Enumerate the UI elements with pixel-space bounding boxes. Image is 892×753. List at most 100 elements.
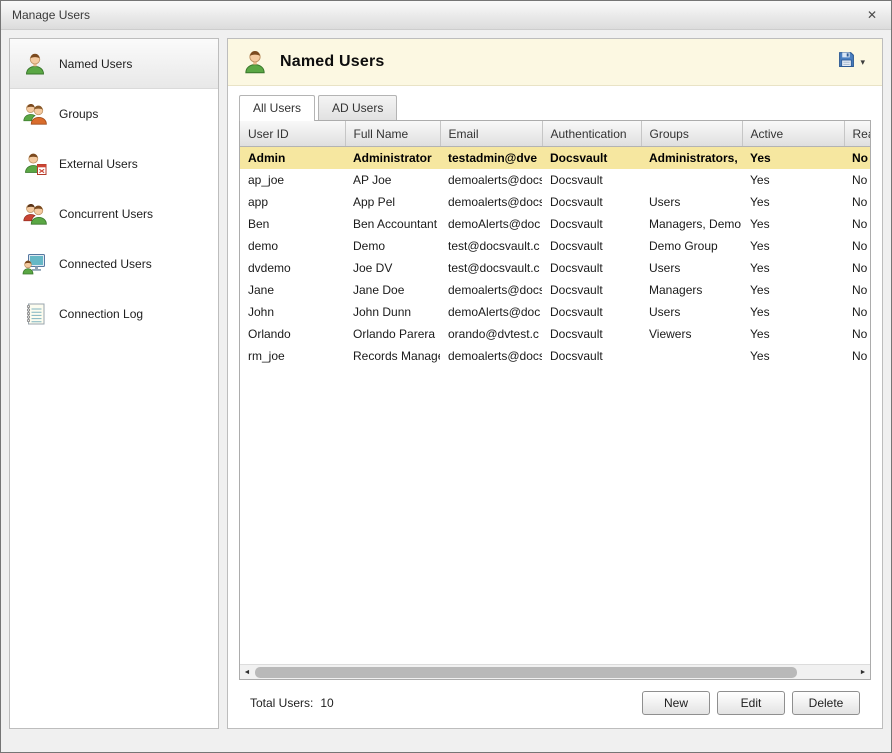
column-header-email[interactable]: Email — [440, 121, 542, 147]
table-cell: Docsvault — [542, 301, 641, 323]
save-button[interactable]: ▾ — [834, 48, 869, 76]
scroll-left-icon[interactable]: ◄ — [240, 665, 254, 680]
column-header-read-only[interactable]: Read Only — [844, 121, 870, 147]
delete-button[interactable]: Delete — [792, 691, 860, 715]
table-cell: Yes — [742, 323, 844, 345]
table-row[interactable]: BenBen AccountantdemoAlerts@docDocsvault… — [240, 213, 870, 235]
table-cell: Administrators, — [641, 147, 742, 169]
main-header: Named Users ▾ — [228, 39, 882, 86]
sidebar-item-label: Connection Log — [59, 307, 143, 321]
table-cell: Docsvault — [542, 191, 641, 213]
chevron-down-icon[interactable]: ▾ — [860, 57, 865, 68]
table-cell: Yes — [742, 301, 844, 323]
table-cell: demoalerts@docs — [440, 345, 542, 367]
horizontal-scrollbar[interactable]: ◄ ► — [240, 664, 870, 679]
table-row[interactable]: OrlandoOrlando Pareraorando@dvtest.cDocs… — [240, 323, 870, 345]
table-cell — [641, 345, 742, 367]
table-cell: Docsvault — [542, 213, 641, 235]
save-icon — [838, 51, 855, 73]
table-cell: Yes — [742, 235, 844, 257]
table-cell: No — [844, 169, 870, 191]
named-users-header-icon — [241, 48, 269, 76]
column-header-groups[interactable]: Groups — [641, 121, 742, 147]
table-cell: Docsvault — [542, 169, 641, 191]
column-header-user-id[interactable]: User ID — [240, 121, 345, 147]
table-cell: Users — [641, 257, 742, 279]
column-header-full-name[interactable]: Full Name — [345, 121, 440, 147]
table-cell: test@docsvault.c — [440, 235, 542, 257]
external-users-icon — [22, 151, 48, 177]
sidebar-item-label: Connected Users — [59, 257, 152, 271]
table-cell: rm_joe — [240, 345, 345, 367]
scrollbar-thumb[interactable] — [255, 667, 797, 678]
users-table: User IDFull NameEmailAuthenticationGroup… — [239, 120, 871, 680]
table-cell: No — [844, 323, 870, 345]
table-cell: Docsvault — [542, 147, 641, 169]
sidebar-item-external-users[interactable]: External Users — [10, 139, 218, 189]
table-cell: Docsvault — [542, 279, 641, 301]
table-row[interactable]: JaneJane Doedemoalerts@docsDocsvaultMana… — [240, 279, 870, 301]
table-cell: Docsvault — [542, 257, 641, 279]
tab-ad-users[interactable]: AD Users — [318, 95, 397, 120]
sidebar-item-named-users[interactable]: Named Users — [10, 39, 218, 89]
table-cell: AP Joe — [345, 169, 440, 191]
table-cell: Yes — [742, 213, 844, 235]
window-body: Named Users Groups — [1, 30, 891, 752]
table-row[interactable]: demoDemotest@docsvault.cDocsvaultDemo Gr… — [240, 235, 870, 257]
concurrent-users-icon — [22, 201, 48, 227]
total-users-value: 10 — [320, 696, 333, 710]
main-footer: Total Users:10 New Edit Delete — [239, 680, 871, 728]
table-row[interactable]: JohnJohn DunndemoAlerts@docDocsvaultUser… — [240, 301, 870, 323]
table-row[interactable]: ap_joeAP Joedemoalerts@docsDocsvaultYesN… — [240, 169, 870, 191]
sidebar: Named Users Groups — [9, 38, 219, 729]
table-row[interactable]: AdminAdministratortestadmin@dveDocsvault… — [240, 147, 870, 169]
table-cell: No — [844, 213, 870, 235]
named-users-icon — [22, 51, 48, 77]
table-cell: No — [844, 345, 870, 367]
table-cell: demoalerts@docs — [440, 169, 542, 191]
users-grid: User IDFull NameEmailAuthenticationGroup… — [240, 121, 870, 367]
table-cell: demoalerts@docs — [440, 279, 542, 301]
table-cell: test@docsvault.c — [440, 257, 542, 279]
sidebar-item-label: Concurrent Users — [59, 207, 153, 221]
table-cell: Ben — [240, 213, 345, 235]
title-bar[interactable]: Manage Users ✕ — [1, 1, 891, 30]
table-cell: No — [844, 301, 870, 323]
table-row[interactable]: dvdemoJoe DVtest@docsvault.cDocsvaultUse… — [240, 257, 870, 279]
column-header-active[interactable]: Active — [742, 121, 844, 147]
footer-buttons: New Edit Delete — [642, 691, 860, 715]
table-body: AdminAdministratortestadmin@dveDocsvault… — [240, 147, 870, 367]
table-cell: Docsvault — [542, 345, 641, 367]
table-row[interactable]: rm_joeRecords Managerdemoalerts@docsDocs… — [240, 345, 870, 367]
table-cell: No — [844, 257, 870, 279]
page-title: Named Users — [280, 53, 384, 71]
connection-log-icon — [22, 301, 48, 327]
scroll-right-icon[interactable]: ► — [856, 665, 870, 680]
table-cell: Yes — [742, 257, 844, 279]
table-cell — [641, 169, 742, 191]
sidebar-item-label: Groups — [59, 107, 98, 121]
table-cell: No — [844, 235, 870, 257]
total-users-text: Total Users:10 — [250, 696, 334, 710]
table-cell: Admin — [240, 147, 345, 169]
sidebar-item-connection-log[interactable]: Connection Log — [10, 289, 218, 339]
column-header-authentication[interactable]: Authentication — [542, 121, 641, 147]
close-icon[interactable]: ✕ — [864, 7, 880, 23]
sidebar-item-groups[interactable]: Groups — [10, 89, 218, 139]
table-cell: Orlando — [240, 323, 345, 345]
new-button[interactable]: New — [642, 691, 710, 715]
main-content: All Users AD Users User IDFull NameEmail… — [228, 86, 882, 728]
sidebar-item-concurrent-users[interactable]: Concurrent Users — [10, 189, 218, 239]
table-header-row: User IDFull NameEmailAuthenticationGroup… — [240, 121, 870, 147]
tab-all-users[interactable]: All Users — [239, 95, 315, 121]
table-cell: No — [844, 191, 870, 213]
main-panel: Named Users ▾ — [227, 38, 883, 729]
table-cell: ap_joe — [240, 169, 345, 191]
table-cell: Orlando Parera — [345, 323, 440, 345]
window-title: Manage Users — [12, 8, 90, 22]
table-row[interactable]: appApp Peldemoalerts@docsDocsvaultUsersY… — [240, 191, 870, 213]
table-cell: John — [240, 301, 345, 323]
edit-button[interactable]: Edit — [717, 691, 785, 715]
table-cell: Ben Accountant — [345, 213, 440, 235]
sidebar-item-connected-users[interactable]: Connected Users — [10, 239, 218, 289]
